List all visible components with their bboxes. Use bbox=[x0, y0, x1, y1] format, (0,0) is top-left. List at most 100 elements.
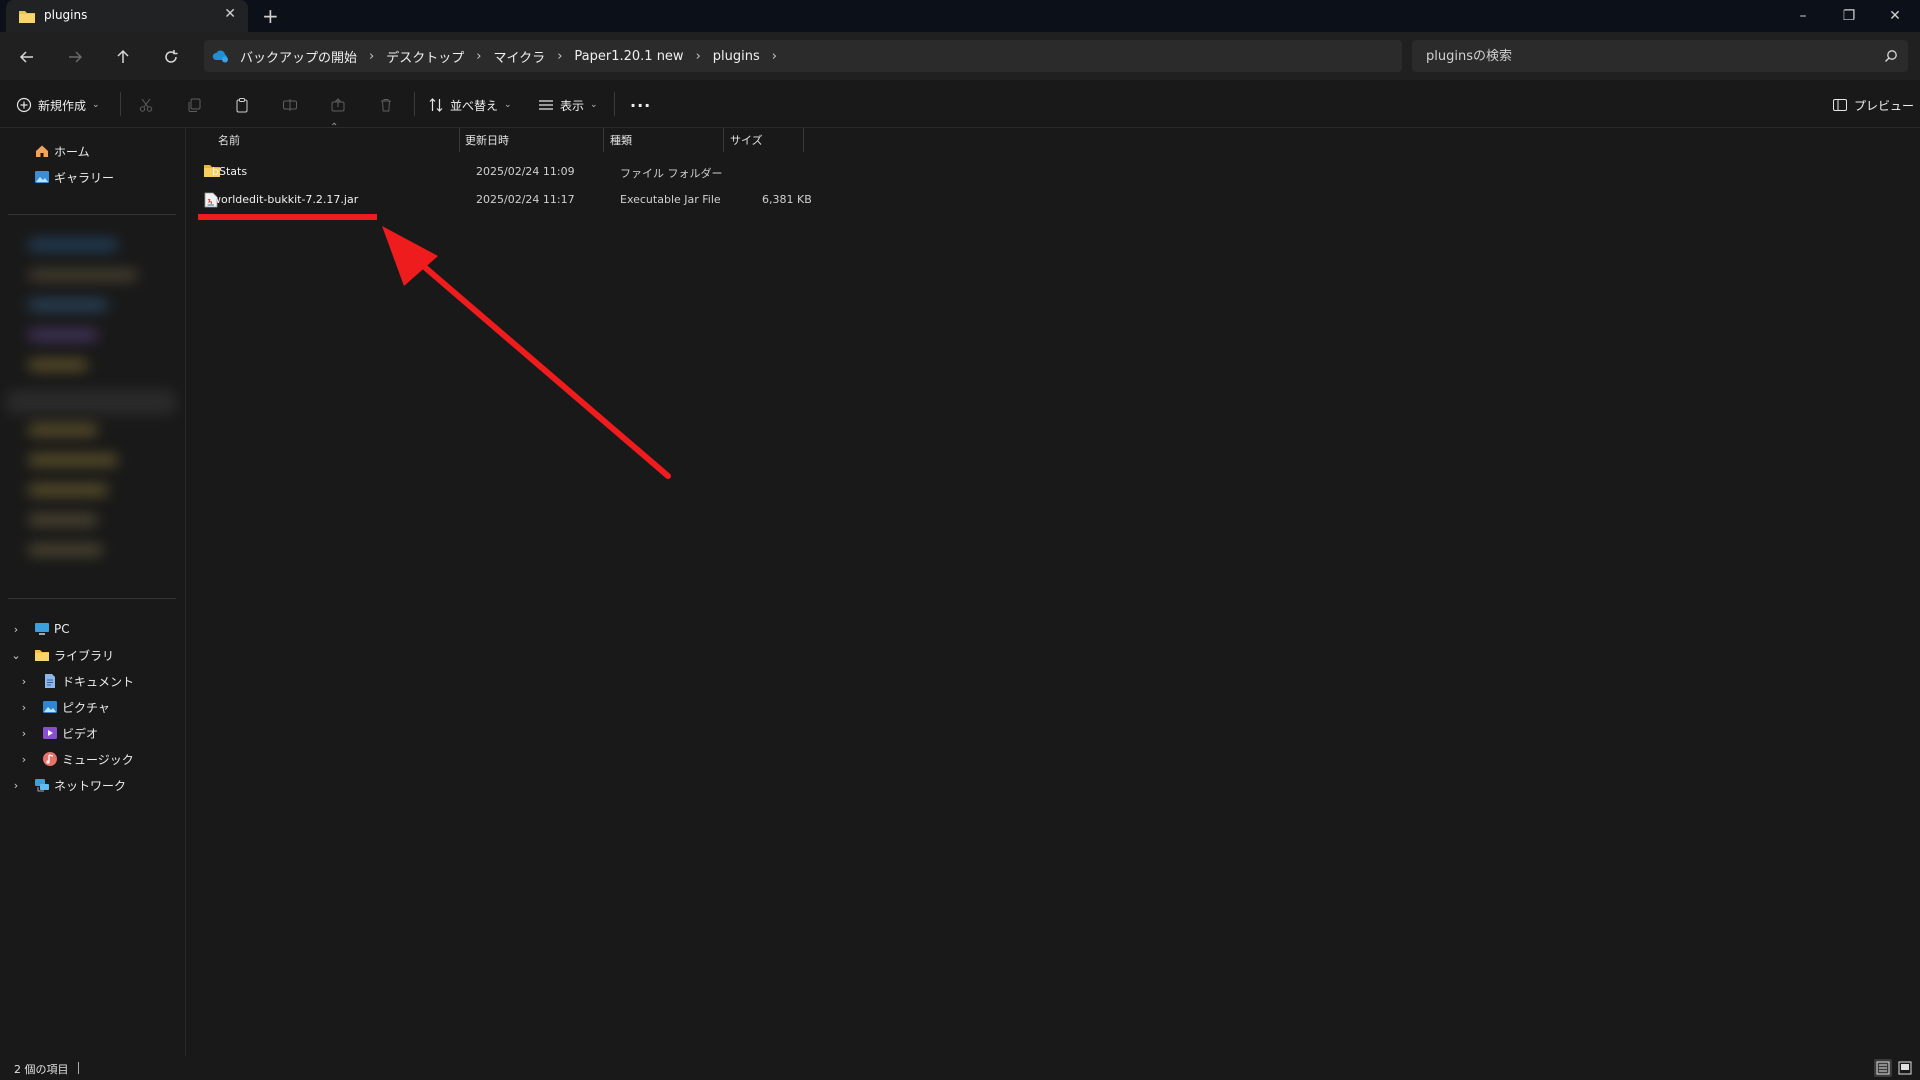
chevron-down-icon[interactable]: ⌄ bbox=[10, 649, 22, 662]
sidebar-item-pc[interactable]: › PC bbox=[0, 616, 184, 642]
sidebar-label-documents: ドキュメント bbox=[62, 674, 135, 689]
rename-button[interactable] bbox=[282, 92, 298, 118]
divider bbox=[8, 598, 176, 599]
sidebar-item-network[interactable]: › ネットワーク bbox=[0, 772, 184, 798]
folder-icon bbox=[34, 647, 50, 663]
trash-icon bbox=[381, 99, 391, 112]
new-tab-button[interactable]: + bbox=[262, 4, 279, 28]
sidebar-item-pictures[interactable]: › ピクチャ bbox=[0, 694, 184, 720]
scissors-icon bbox=[139, 98, 153, 112]
crumb-paper[interactable]: Paper1.20.1 new bbox=[566, 49, 691, 64]
blurred-quick-access bbox=[0, 220, 184, 600]
maximize-button[interactable]: ❐ bbox=[1826, 0, 1872, 32]
paste-button[interactable] bbox=[234, 92, 250, 118]
sidebar-item-home[interactable]: ホーム bbox=[0, 138, 184, 164]
search-input[interactable] bbox=[1424, 40, 1864, 72]
tiles-view-button[interactable] bbox=[1896, 1059, 1914, 1077]
clipboard-icon bbox=[236, 98, 248, 113]
sidebar-item-music[interactable]: › ミュージック bbox=[0, 746, 184, 772]
sidebar-item-videos[interactable]: › ビデオ bbox=[0, 720, 184, 746]
chevron-right-icon[interactable]: › bbox=[18, 701, 30, 714]
file-row-bstats[interactable]: bStats 2025/02/24 11:09 ファイル フォルダー bbox=[196, 158, 998, 186]
crumb-backup[interactable]: バックアップの開始 bbox=[232, 47, 365, 66]
more-options-button[interactable]: ··· bbox=[630, 92, 651, 118]
column-header-name[interactable]: 名前 bbox=[218, 128, 240, 152]
computer-icon bbox=[34, 621, 50, 637]
chevron-right-icon: › bbox=[369, 48, 375, 64]
tab-plugins[interactable]: plugins ✕ bbox=[6, 0, 248, 32]
breadcrumb[interactable]: バックアップの開始 › デスクトップ › マイクラ › Paper1.20.1 … bbox=[204, 40, 1402, 72]
preview-pane-icon bbox=[1833, 99, 1847, 111]
music-icon bbox=[42, 751, 58, 767]
minimize-button[interactable]: – bbox=[1780, 0, 1826, 32]
file-size: 6,381 KB bbox=[762, 193, 812, 206]
refresh-button[interactable] bbox=[156, 42, 186, 72]
arrow-right-icon bbox=[69, 51, 83, 63]
backup-cloud-icon bbox=[212, 48, 230, 64]
details-view-button[interactable] bbox=[1874, 1059, 1892, 1077]
chevron-right-icon[interactable]: › bbox=[18, 727, 30, 740]
cut-button[interactable] bbox=[138, 92, 154, 118]
sidebar-item-documents[interactable]: › ドキュメント bbox=[0, 668, 184, 694]
arrow-left-icon bbox=[19, 51, 33, 63]
column-divider[interactable] bbox=[803, 128, 804, 152]
column-divider[interactable] bbox=[723, 128, 724, 152]
new-label: 新規作成 bbox=[38, 98, 87, 113]
copy-icon bbox=[188, 98, 201, 112]
crumb-desktop[interactable]: デスクトップ bbox=[378, 47, 472, 66]
search-box[interactable] bbox=[1412, 40, 1908, 72]
divider bbox=[78, 1062, 79, 1074]
delete-button[interactable] bbox=[378, 92, 394, 118]
column-header-modified[interactable]: 更新日時 bbox=[465, 128, 509, 152]
sidebar-label-library: ライブラリ bbox=[54, 648, 115, 663]
annotation-underline bbox=[198, 214, 377, 220]
file-modified: 2025/02/24 11:09 bbox=[476, 165, 575, 178]
chevron-right-icon: › bbox=[476, 48, 482, 64]
copy-button[interactable] bbox=[186, 92, 202, 118]
column-divider[interactable] bbox=[603, 128, 604, 152]
view-button[interactable]: 表示 ⌄ bbox=[538, 92, 598, 118]
chevron-right-icon[interactable]: › bbox=[18, 675, 30, 688]
file-type: ファイル フォルダー bbox=[620, 167, 723, 180]
up-button[interactable] bbox=[108, 42, 138, 72]
forward-button[interactable] bbox=[60, 42, 90, 72]
chevron-right-icon[interactable]: › bbox=[18, 753, 30, 766]
view-list-icon bbox=[539, 100, 553, 110]
gallery-icon bbox=[34, 169, 50, 185]
share-button[interactable] bbox=[330, 92, 346, 118]
sidebar-label-network: ネットワーク bbox=[54, 778, 127, 793]
close-tab-icon[interactable]: ✕ bbox=[224, 6, 236, 22]
back-button[interactable] bbox=[12, 42, 42, 72]
sort-button[interactable]: 並べ替え ⌄ bbox=[428, 92, 512, 118]
chevron-right-icon: › bbox=[557, 48, 563, 64]
chevron-down-icon: ⌄ bbox=[92, 100, 100, 110]
search-icon[interactable] bbox=[1884, 48, 1898, 67]
column-header-size[interactable]: サイズ bbox=[730, 128, 763, 152]
tiles-view-icon bbox=[1898, 1061, 1912, 1075]
sidebar-item-gallery[interactable]: ギャラリー bbox=[0, 164, 184, 190]
new-button[interactable]: 新規作成 ⌄ bbox=[16, 92, 100, 118]
document-icon bbox=[42, 673, 58, 689]
chevron-down-icon: ⌄ bbox=[590, 100, 598, 110]
refresh-icon bbox=[165, 50, 178, 63]
home-icon bbox=[34, 143, 50, 159]
file-modified: 2025/02/24 11:17 bbox=[476, 193, 575, 206]
sidebar-item-library[interactable]: ⌄ ライブラリ bbox=[0, 642, 184, 668]
sidebar-label-pictures: ピクチャ bbox=[62, 700, 110, 715]
pictures-icon bbox=[42, 699, 58, 715]
sidebar-label-home: ホーム bbox=[54, 144, 90, 159]
chevron-right-icon[interactable]: › bbox=[768, 49, 781, 64]
chevron-right-icon[interactable]: › bbox=[10, 623, 22, 636]
preview-label: プレビュー bbox=[1854, 98, 1915, 113]
file-row-worldedit[interactable]: worldedit-bukkit-7.2.17.jar 2025/02/24 1… bbox=[196, 186, 998, 214]
file-name: bStats bbox=[212, 165, 248, 178]
sort-ascending-icon: ⌃ bbox=[330, 122, 339, 133]
column-header-type[interactable]: 種類 bbox=[610, 128, 632, 152]
chevron-right-icon[interactable]: › bbox=[10, 779, 22, 792]
close-window-button[interactable]: ✕ bbox=[1872, 0, 1918, 32]
crumb-maikura[interactable]: マイクラ bbox=[485, 47, 553, 66]
crumb-plugins[interactable]: plugins bbox=[705, 49, 768, 64]
divider bbox=[120, 92, 121, 116]
column-divider[interactable] bbox=[459, 128, 460, 152]
preview-button[interactable]: プレビュー bbox=[1832, 92, 1914, 118]
